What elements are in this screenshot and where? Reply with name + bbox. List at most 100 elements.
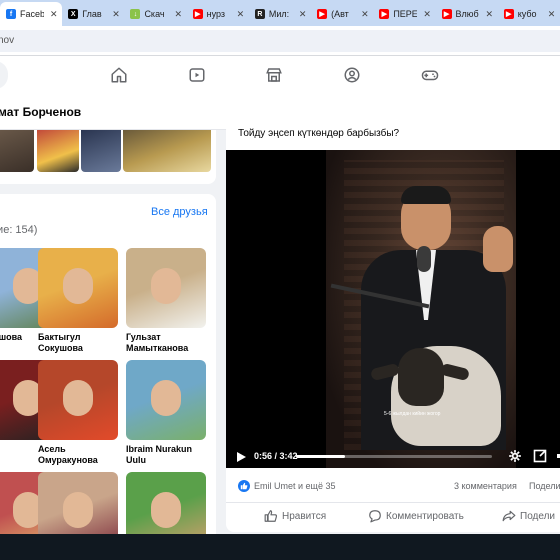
groups-icon[interactable] (340, 63, 364, 87)
photo-thumbnail[interactable] (37, 130, 79, 172)
photo-thumbnail[interactable] (81, 130, 121, 172)
time-separator: / (272, 451, 280, 461)
friend-item[interactable]: Ibraim Nurakun Uulu (126, 360, 206, 466)
friend-face (151, 492, 181, 528)
browser-tab[interactable]: ▶ Влюб ✕ (436, 2, 498, 26)
video-time: 0:56 / 3:42 (254, 451, 298, 461)
video-icon[interactable] (185, 63, 209, 87)
comment-label: Комментировать (386, 510, 464, 522)
friend-photo[interactable] (38, 360, 118, 440)
friends-card: Все друзья щие: 154) башоваБактыгул Соку… (0, 194, 216, 552)
youtube-icon: ▶ (441, 9, 452, 19)
video-controls: 0:56 / 3:42 (226, 444, 560, 468)
volume-icon[interactable] (556, 449, 560, 463)
friend-photo[interactable] (126, 360, 206, 440)
r-icon: R (254, 9, 265, 19)
video-player[interactable]: 5-6 жылдан кийин жогор 0:56 / 3:42 (226, 150, 560, 468)
browser-tab[interactable]: X Глав ✕ (62, 2, 124, 26)
tab-label: Скач (144, 9, 165, 19)
share-button[interactable]: Подели (502, 509, 555, 523)
youtube-icon: ▶ (192, 9, 203, 19)
tab-close-icon[interactable]: ✕ (423, 9, 431, 20)
browser-tab[interactable]: f Faceb ✕ (0, 2, 63, 26)
address-input[interactable]: nov (0, 30, 560, 52)
youtube-icon: ▶ (317, 9, 328, 19)
facebook-header (0, 56, 560, 94)
like-label: Нравится (282, 510, 327, 522)
like-icon (264, 510, 278, 522)
friend-name[interactable]: Бактыгул Сокушова (38, 332, 118, 354)
address-bar-area: nov (0, 26, 560, 56)
shares-label[interactable]: Подели (529, 481, 560, 491)
x-icon: X (68, 9, 79, 19)
like-reaction-icon (238, 480, 250, 492)
youtube-icon: ▶ (379, 9, 390, 19)
browser-tab[interactable]: ▶ кубо ✕ (498, 2, 560, 26)
fullscreen-icon[interactable] (533, 449, 547, 463)
tab-label: ПЕРЕ (393, 9, 418, 19)
friend-name[interactable]: Асель Омуракунова (38, 444, 118, 466)
gaming-icon[interactable] (418, 63, 442, 87)
friend-face (63, 268, 93, 304)
friend-name[interactable]: Гульзат Мамытканова (126, 332, 206, 354)
marketplace-icon[interactable] (262, 63, 286, 87)
browser-tab[interactable]: ▶ ПЕРЕ ✕ (373, 2, 435, 26)
tab-close-icon[interactable]: ✕ (237, 9, 245, 20)
friend-face (63, 380, 93, 416)
search-field[interactable] (0, 61, 8, 89)
facebook-icon: f (6, 9, 16, 19)
profile-name[interactable]: мат Борченов (0, 105, 81, 119)
post-text: Тойду эңсеп күткөндөр барбызбы? (238, 128, 400, 139)
friend-face (151, 268, 181, 304)
browser-tab[interactable]: R Мил: ✕ (249, 2, 311, 26)
post-actions: Нравится Комментировать Подели (226, 502, 560, 530)
tab-label: кубо (517, 9, 537, 19)
photo-thumbnail[interactable] (123, 130, 211, 172)
os-taskbar (0, 534, 560, 560)
post-stats: Emil Umet и ещё 35 3 комментария Подели (238, 478, 560, 496)
friend-item[interactable]: Бактыгул Сокушова (38, 248, 118, 354)
friend-item[interactable]: Асель Омуракунова (38, 360, 118, 466)
photo-thumbnail[interactable] (0, 130, 34, 172)
video-caption: 5-6 жылдан кийин жогор (384, 411, 441, 417)
speaker-hand (483, 226, 513, 272)
play-icon[interactable] (235, 450, 247, 462)
progress-bar[interactable] (296, 455, 492, 458)
photos-card (0, 130, 216, 184)
settings-gear-icon[interactable] (508, 449, 522, 463)
friend-photo[interactable] (38, 248, 118, 328)
reactions-count[interactable]: Emil Umet и ещё 35 (254, 481, 335, 491)
tab-close-icon[interactable]: ✕ (548, 9, 556, 20)
friend-photo[interactable] (126, 248, 206, 328)
sheep-head (398, 348, 444, 406)
browser-tab-bar: f Faceb ✕ X Глав ✕ ↓ Скач ✕ ▶ нурз ✕ R Мил: ✕ ▶ (Авт ✕ ▶ ПЕ… (0, 0, 560, 26)
progress-fill (296, 455, 345, 458)
tab-close-icon[interactable]: ✕ (50, 9, 58, 20)
tab-label: нурз (206, 9, 226, 19)
youtube-icon: ▶ (503, 9, 514, 19)
browser-tab[interactable]: ▶ нурз ✕ (187, 2, 249, 26)
friend-name[interactable]: Ibraim Nurakun Uulu (126, 444, 206, 466)
tab-close-icon[interactable]: ✕ (174, 9, 182, 20)
all-friends-link[interactable]: Все друзья (151, 206, 208, 218)
tab-close-icon[interactable]: ✕ (112, 9, 120, 20)
download-icon: ↓ (130, 9, 141, 19)
like-button[interactable]: Нравится (264, 509, 326, 523)
browser-tab[interactable]: ↓ Скач ✕ (124, 2, 186, 26)
speaker-hair (401, 186, 451, 204)
home-icon[interactable] (107, 63, 131, 87)
tab-label: Влюб (455, 9, 479, 19)
browser-tab[interactable]: ▶ (Авт ✕ (311, 2, 373, 26)
friend-face (151, 380, 181, 416)
tab-label: Мил: (268, 9, 290, 19)
tab-close-icon[interactable]: ✕ (299, 9, 307, 20)
friend-item[interactable]: Гульзат Мамытканова (126, 248, 206, 354)
current-time: 0:56 (254, 451, 273, 461)
tab-close-icon[interactable]: ✕ (361, 9, 369, 20)
comment-button[interactable]: Комментировать (368, 509, 464, 523)
comments-count[interactable]: 3 комментария (454, 481, 517, 491)
share-label: Подели (520, 510, 556, 522)
tab-close-icon[interactable]: ✕ (486, 9, 494, 20)
share-icon (502, 510, 516, 522)
post-card: Тойду эңсеп күткөндөр барбызбы? 5-6 жылд… (226, 122, 560, 532)
